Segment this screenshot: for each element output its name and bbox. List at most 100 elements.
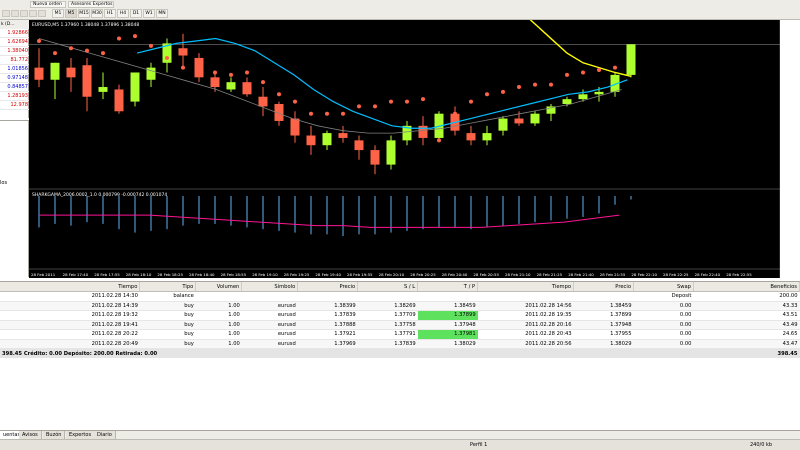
- table-cell: [417, 291, 478, 302]
- table-cell: 1.37888: [297, 320, 358, 330]
- table-cell: buy: [139, 320, 196, 330]
- candle-body: [514, 118, 524, 124]
- timeframe-m30[interactable]: M30: [91, 9, 103, 18]
- tab-label: Avisos: [22, 432, 38, 438]
- table-row[interactable]: 2011.02.28 14:39 buy 1.00 eurusd 1.38399 1.38…: [0, 301, 800, 311]
- table-cell: buy: [139, 329, 196, 340]
- table-cell: [241, 291, 298, 302]
- watch-price[interactable]: 1.62694: [0, 38, 29, 47]
- table-cell: 2011.02.28 20:22: [0, 329, 140, 340]
- candle-body: [322, 133, 332, 146]
- candle-body: [66, 67, 76, 78]
- table-cell: 1.37948: [417, 320, 478, 330]
- fractal-dot: [405, 99, 409, 104]
- timeframe-w1[interactable]: W1: [143, 9, 155, 18]
- fractal-dot: [133, 34, 137, 39]
- table-cell: buy: [139, 301, 196, 311]
- table-header-row: Tiempo Tipo Volumen Símbolo Precio S / L…: [0, 282, 800, 292]
- history-table: Tiempo Tipo Volumen Símbolo Precio S / L…: [0, 282, 800, 358]
- timeframe-mn[interactable]: MN: [156, 9, 168, 18]
- table-cell: 2011.02.28 20:16: [477, 320, 574, 330]
- signal-line: [39, 214, 620, 228]
- timeframe-h4[interactable]: H4: [117, 9, 129, 18]
- fractal-dot: [261, 80, 265, 85]
- timeframe-d1[interactable]: D1: [130, 9, 142, 18]
- fractal-dot: [613, 65, 617, 70]
- table-cell: [357, 291, 418, 302]
- table-cell: 1.37839: [297, 310, 358, 321]
- watch-price[interactable]: 1.92866: [0, 29, 29, 38]
- table-row[interactable]: 2011.02.28 19:32 buy 1.00 eurusd 1.37839 1.37…: [0, 310, 800, 321]
- table-row[interactable]: 2011.02.28 14:30 balance Deposit 200.00: [0, 291, 800, 302]
- arrow-icon[interactable]: [38, 10, 46, 17]
- table-cell: 1.37969: [297, 339, 358, 349]
- table-cell: 24.65: [693, 329, 800, 340]
- watch-price[interactable]: 1.38040: [0, 47, 29, 56]
- zoom-icon[interactable]: [11, 10, 19, 17]
- col-header[interactable]: Tiempo: [477, 282, 575, 292]
- candle-body: [338, 133, 348, 138]
- line-icon[interactable]: [20, 10, 28, 17]
- col-header[interactable]: Swap: [633, 282, 694, 292]
- col-header[interactable]: Símbolo: [241, 282, 299, 292]
- fractal-dot: [85, 48, 89, 53]
- table-cell: 2011.02.28 14:39: [0, 301, 140, 311]
- table-cell: 2011.02.28 14:56: [477, 301, 574, 311]
- tf-label: D1: [132, 11, 140, 16]
- candle-body: [498, 118, 508, 131]
- table-cell: 1.38029: [417, 339, 478, 349]
- watch-price[interactable]: 0.97148: [0, 74, 29, 83]
- crosshair-icon[interactable]: [2, 10, 10, 17]
- fractal-dot: [69, 46, 73, 51]
- new-order-button[interactable]: Nueva orden: [30, 1, 66, 8]
- time-tick-label: 28 Feb 18:10: [126, 272, 152, 277]
- table-row[interactable]: 2011.02.28 19:41 buy 1.00 eurusd 1.37888 1.37…: [0, 320, 800, 330]
- time-tick-label: 28 Feb 22:10: [631, 272, 657, 277]
- timeframe-m5[interactable]: M5: [65, 9, 77, 18]
- col-header[interactable]: Volumen: [195, 282, 243, 292]
- time-tick-label: 28 Feb 19:10: [252, 272, 278, 277]
- fractal-dot: [309, 111, 313, 116]
- timeframe-h1[interactable]: H1: [104, 9, 116, 18]
- col-header[interactable]: Precio: [297, 282, 359, 292]
- expert-advisors-button[interactable]: Asesores Expertos: [68, 1, 114, 8]
- candle-body: [354, 140, 364, 151]
- time-tick-label: 28 Feb 22:40: [695, 272, 721, 277]
- tab-label: Buzón: [46, 432, 62, 438]
- fractal-dot: [437, 138, 441, 143]
- summary-total: 398.45: [693, 348, 800, 358]
- navigator-label: los: [0, 180, 8, 186]
- time-tick-label: 28 Feb 20:40: [442, 272, 468, 277]
- market-watch-header: k (D...: [0, 20, 29, 29]
- price-chart[interactable]: EURUSD,M5 1.37960 1.38048 1.37896 1.3804…: [29, 20, 800, 278]
- timeframe-m1[interactable]: M1: [52, 9, 64, 18]
- watch-price[interactable]: 81.772: [0, 56, 29, 65]
- table-row[interactable]: 2011.02.28 20:49 buy 1.00 eurusd 1.37969 1.37…: [0, 339, 800, 349]
- watch-price[interactable]: 1.28193: [0, 92, 29, 101]
- watch-price[interactable]: 12.978: [0, 101, 29, 110]
- table-cell: 2011.02.28 20:56: [477, 339, 574, 349]
- col-header[interactable]: Precio: [573, 282, 635, 292]
- table-row[interactable]: 2011.02.28 20:22 buy 1.00 eurusd 1.37921 1.37…: [0, 329, 800, 340]
- col-header[interactable]: T / P: [417, 282, 479, 292]
- col-header[interactable]: Beneficios: [693, 282, 800, 292]
- terminal-tabs: uentas Avisos Buzón Expertos Diario: [0, 430, 800, 440]
- watch-price[interactable]: 0.84857: [0, 83, 29, 92]
- tf-label: W1: [145, 11, 153, 16]
- text-icon[interactable]: [29, 10, 37, 17]
- timeframe-m15[interactable]: M15: [78, 9, 90, 18]
- fractal-dot: [229, 72, 233, 77]
- table-cell: 1.38459: [417, 301, 478, 311]
- candle-body: [306, 135, 316, 146]
- col-header[interactable]: Tiempo: [0, 282, 141, 292]
- candle-body: [578, 94, 588, 100]
- table-cell: 1.37709: [357, 310, 418, 321]
- watch-price[interactable]: 1.01856: [0, 65, 29, 74]
- table-cell: eurusd: [241, 329, 298, 340]
- col-header[interactable]: Tipo: [139, 282, 197, 292]
- fractal-dot: [389, 99, 393, 104]
- profile-status: Perfil 1: [470, 442, 488, 448]
- table-cell: 2011.02.28 14:30: [0, 291, 140, 302]
- col-header[interactable]: S / L: [357, 282, 419, 292]
- table-cell: 43.47: [693, 339, 800, 349]
